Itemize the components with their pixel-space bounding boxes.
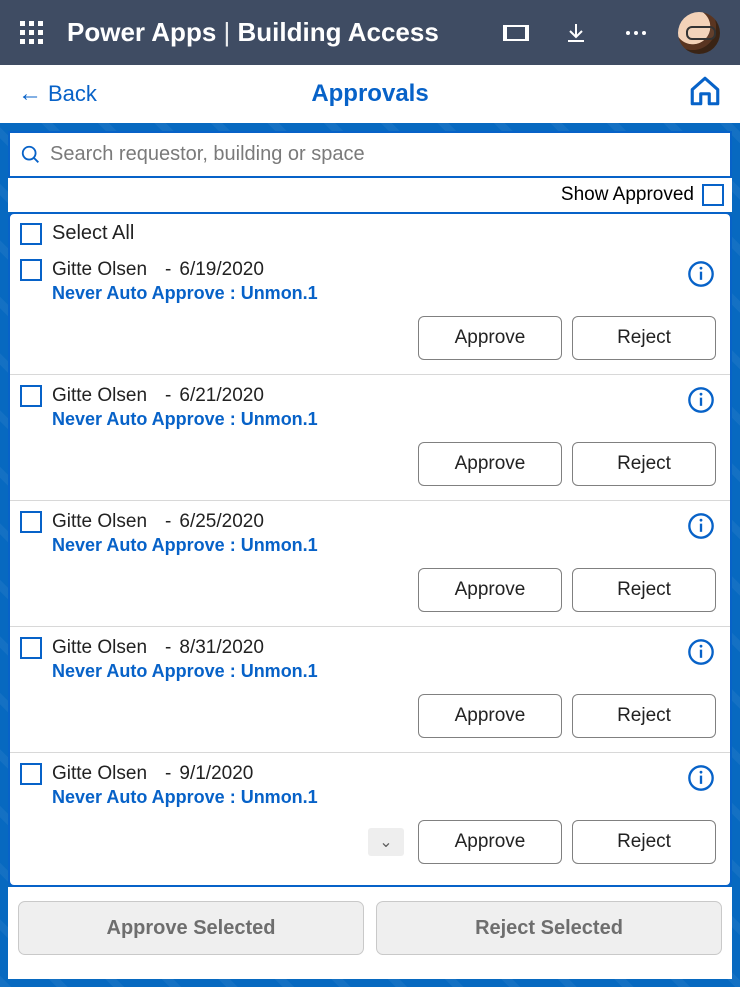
search-input[interactable] [50, 143, 720, 166]
request-title: Gitte Olsen-8/31/2020 [52, 637, 676, 659]
fit-to-window-icon[interactable] [498, 15, 534, 51]
date-separator: - [165, 259, 171, 280]
info-button[interactable] [686, 385, 716, 415]
approve-button[interactable]: Approve [418, 694, 562, 738]
title-bar: Power Apps | Building Access [0, 0, 740, 65]
chevron-down-icon[interactable]: ⌄ [368, 828, 404, 856]
requestor-name: Gitte Olsen [52, 385, 147, 406]
waffle-icon[interactable] [20, 21, 43, 44]
date-separator: - [165, 637, 171, 658]
request-date: 6/25/2020 [179, 511, 264, 532]
show-approved-checkbox[interactable] [702, 184, 724, 206]
request-title: Gitte Olsen-6/21/2020 [52, 385, 676, 407]
request-detail: Never Auto Approve : Unmon.1 [52, 787, 676, 808]
requests-list: Select All Gitte Olsen-6/19/2020Never Au… [8, 212, 732, 887]
back-arrow-icon: ← [18, 82, 42, 106]
app-body: Show Approved Select All Gitte Olsen-6/1… [0, 123, 740, 987]
request-title: Gitte Olsen-9/1/2020 [52, 763, 676, 785]
request-item: Gitte Olsen-6/19/2020Never Auto Approve … [10, 249, 730, 374]
approve-button[interactable]: Approve [418, 442, 562, 486]
requestor-name: Gitte Olsen [52, 763, 147, 784]
select-all-row: Select All [10, 214, 730, 249]
title-text: Power Apps | Building Access [67, 17, 486, 48]
requestor-name: Gitte Olsen [52, 637, 147, 658]
request-date: 6/19/2020 [179, 259, 264, 280]
title-separator: | [216, 17, 237, 47]
request-detail: Never Auto Approve : Unmon.1 [52, 661, 676, 682]
back-label: Back [48, 81, 97, 107]
request-title: Gitte Olsen-6/25/2020 [52, 511, 676, 533]
info-button[interactable] [686, 259, 716, 289]
request-date: 8/31/2020 [179, 637, 264, 658]
request-detail: Never Auto Approve : Unmon.1 [52, 409, 676, 430]
more-icon[interactable] [618, 15, 654, 51]
request-detail: Never Auto Approve : Unmon.1 [52, 283, 676, 304]
date-separator: - [165, 763, 171, 784]
reject-button[interactable]: Reject [572, 442, 716, 486]
request-item: Gitte Olsen-6/21/2020Never Auto Approve … [10, 374, 730, 500]
show-approved-row: Show Approved [8, 178, 732, 212]
app-name: Power Apps [67, 17, 216, 47]
subheader: ← Back Approvals [0, 65, 740, 123]
reject-button[interactable]: Reject [572, 820, 716, 864]
back-button[interactable]: ← Back [18, 81, 97, 107]
approve-button[interactable]: Approve [418, 316, 562, 360]
requestor-name: Gitte Olsen [52, 511, 147, 532]
request-checkbox[interactable] [20, 637, 42, 659]
requestor-name: Gitte Olsen [52, 259, 147, 280]
info-button[interactable] [686, 511, 716, 541]
request-date: 6/21/2020 [179, 385, 264, 406]
avatar[interactable] [678, 12, 720, 54]
search-field[interactable] [8, 131, 732, 178]
reject-button[interactable]: Reject [572, 694, 716, 738]
download-icon[interactable] [558, 15, 594, 51]
request-date: 9/1/2020 [179, 763, 253, 784]
request-checkbox[interactable] [20, 259, 42, 281]
request-checkbox[interactable] [20, 385, 42, 407]
select-all-label: Select All [52, 222, 134, 245]
request-detail: Never Auto Approve : Unmon.1 [52, 535, 676, 556]
search-icon [20, 144, 42, 166]
approve-selected-button[interactable]: Approve Selected [18, 901, 364, 955]
show-approved-label: Show Approved [561, 184, 694, 206]
footer-actions: Approve Selected Reject Selected [8, 887, 732, 979]
info-button[interactable] [686, 763, 716, 793]
home-button[interactable] [688, 74, 722, 113]
date-separator: - [165, 511, 171, 532]
approve-button[interactable]: Approve [418, 568, 562, 612]
approve-button[interactable]: Approve [418, 820, 562, 864]
reject-selected-button[interactable]: Reject Selected [376, 901, 722, 955]
request-checkbox[interactable] [20, 763, 42, 785]
page-title: Approvals [311, 80, 428, 108]
info-button[interactable] [686, 637, 716, 667]
request-title: Gitte Olsen-6/19/2020 [52, 259, 676, 281]
reject-button[interactable]: Reject [572, 316, 716, 360]
date-separator: - [165, 385, 171, 406]
request-checkbox[interactable] [20, 511, 42, 533]
request-item: Gitte Olsen-9/1/2020Never Auto Approve :… [10, 752, 730, 878]
request-item: Gitte Olsen-6/25/2020Never Auto Approve … [10, 500, 730, 626]
select-all-checkbox[interactable] [20, 223, 42, 245]
page-name: Building Access [238, 17, 439, 47]
request-item: Gitte Olsen-8/31/2020Never Auto Approve … [10, 626, 730, 752]
reject-button[interactable]: Reject [572, 568, 716, 612]
